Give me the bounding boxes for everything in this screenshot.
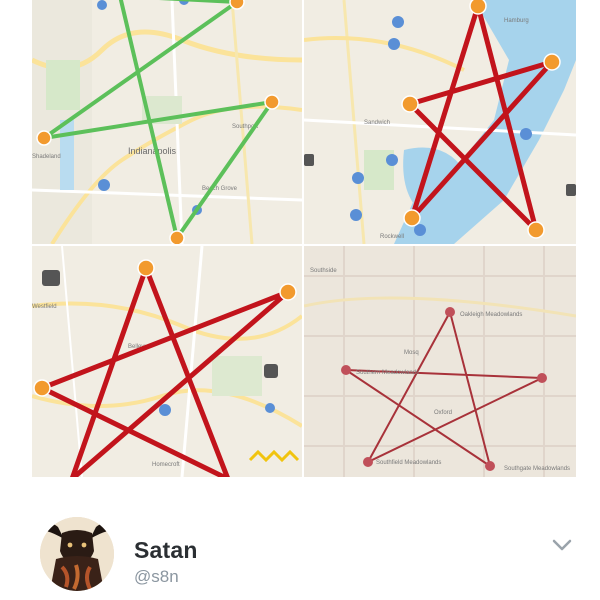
svg-text:Southfield Meadowlands: Southfield Meadowlands (376, 460, 441, 466)
map-bottom-right-svg: Southside Mosq Oxford Oakleigh Meadowlan… (304, 246, 576, 477)
map-top-right-svg: Sandwich Rockwell Hamburg (304, 0, 576, 244)
chevron-down-icon[interactable] (548, 535, 576, 555)
svg-text:Southern Meadowlands: Southern Meadowlands (356, 370, 419, 376)
map-image-bottom-left[interactable]: Bellevue Westfield Homecroft (32, 246, 302, 477)
svg-text:Hamburg: Hamburg (504, 18, 529, 24)
map-image-bottom-right[interactable]: Southside Mosq Oxford Oakleigh Meadowlan… (304, 246, 576, 477)
svg-text:Southgate Meadowlands: Southgate Meadowlands (504, 466, 570, 472)
svg-text:Oxford: Oxford (434, 410, 452, 416)
svg-text:Homecroft: Homecroft (152, 462, 180, 468)
svg-text:Oakleigh Meadowlands: Oakleigh Meadowlands (460, 312, 522, 318)
map-bottom-left-svg: Bellevue Westfield Homecroft (32, 246, 302, 477)
map-image-top-left[interactable]: Indianapolis Southport Shadeland Beech G… (32, 0, 302, 244)
svg-text:Shadeland: Shadeland (32, 154, 61, 160)
map-city-label: Indianapolis (128, 146, 177, 156)
media-gutter-horizontal (32, 244, 576, 246)
svg-text:Sandwich: Sandwich (364, 120, 390, 126)
avatar-image (40, 517, 114, 591)
media-gutter-vertical (302, 0, 304, 477)
bull-devil-avatar[interactable] (40, 517, 114, 591)
map-image-top-right[interactable]: Sandwich Rockwell Hamburg (304, 0, 576, 244)
svg-text:Mosq: Mosq (404, 350, 419, 356)
svg-text:Southside: Southside (310, 268, 337, 274)
author-handle[interactable]: @s8n (134, 567, 179, 587)
svg-text:Westfield: Westfield (32, 304, 57, 310)
svg-text:Rockwell: Rockwell (380, 234, 404, 240)
map-top-left-svg: Indianapolis Southport Shadeland Beech G… (32, 0, 302, 244)
tweet-screen: Indianapolis Southport Shadeland Beech G… (0, 0, 600, 600)
tweet-media-grid[interactable]: Indianapolis Southport Shadeland Beech G… (32, 0, 576, 477)
tweet-author-row: Satan @s8n (0, 505, 600, 600)
author-display-name[interactable]: Satan (134, 537, 198, 564)
